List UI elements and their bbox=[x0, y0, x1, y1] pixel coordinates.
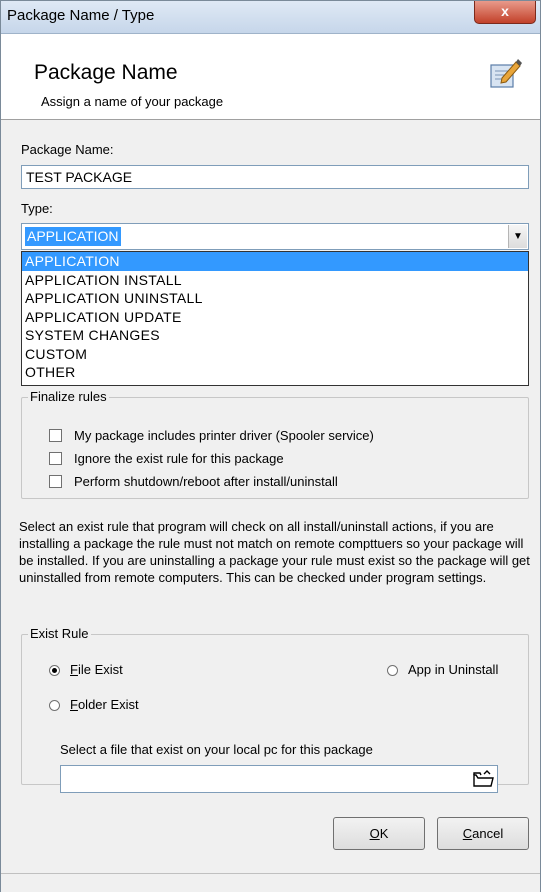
checkbox-label: My package includes printer driver (Spoo… bbox=[74, 428, 374, 443]
checkbox-label: Ignore the exist rule for this package bbox=[74, 451, 284, 466]
close-button[interactable]: x bbox=[474, 1, 536, 24]
package-edit-icon bbox=[490, 59, 522, 88]
radio-button[interactable] bbox=[49, 700, 60, 711]
type-selected-value: APPLICATION bbox=[25, 227, 121, 246]
dialog-window: Package Name / Type x Package Name Assig… bbox=[0, 0, 541, 892]
radio-label: File Exist bbox=[70, 662, 123, 677]
accelerator-key: C bbox=[462, 826, 473, 841]
accelerator-key: F bbox=[70, 697, 78, 712]
package-name-input[interactable]: TEST PACKAGE bbox=[21, 165, 529, 189]
type-option[interactable]: APPLICATION UPDATE bbox=[22, 308, 528, 327]
dropdown-button[interactable]: ▼ bbox=[508, 225, 527, 248]
app-in-uninstall-radio[interactable]: App in Uninstall bbox=[387, 662, 498, 677]
package-name-label: Package Name: bbox=[21, 142, 114, 157]
exist-rule-description: Select an exist rule that program will c… bbox=[19, 519, 530, 585]
open-folder-icon bbox=[473, 770, 494, 787]
radio-label: App in Uninstall bbox=[408, 662, 499, 677]
ignore-exist-checkbox[interactable]: Ignore the exist rule for this package bbox=[49, 451, 284, 466]
shutdown-reboot-checkbox[interactable]: Perform shutdown/reboot after install/un… bbox=[49, 474, 338, 489]
file-exist-radio[interactable]: File Exist bbox=[49, 662, 123, 677]
checkbox-box[interactable] bbox=[49, 429, 62, 442]
radio-label-rest: older Exist bbox=[77, 697, 139, 712]
accelerator-key: O bbox=[369, 826, 380, 841]
window-title: Package Name / Type bbox=[7, 7, 155, 24]
page-subtitle: Assign a name of your package bbox=[41, 94, 224, 109]
checkbox-label: Perform shutdown/reboot after install/un… bbox=[74, 474, 338, 489]
type-option[interactable]: APPLICATION bbox=[22, 252, 528, 271]
folder-exist-radio[interactable]: Folder Exist bbox=[49, 697, 139, 712]
type-select[interactable]: APPLICATION ▼ bbox=[21, 223, 529, 250]
type-option[interactable]: OTHER bbox=[22, 363, 528, 382]
accelerator-key: F bbox=[70, 662, 78, 677]
type-label: Type: bbox=[21, 201, 53, 216]
type-dropdown-list[interactable]: APPLICATION APPLICATION INSTALL APPLICAT… bbox=[21, 251, 529, 386]
checkbox-box[interactable] bbox=[49, 475, 62, 488]
type-option[interactable]: APPLICATION INSTALL bbox=[22, 271, 528, 290]
cancel-button[interactable]: Cancel bbox=[437, 817, 529, 850]
radio-label-rest: ile Exist bbox=[77, 662, 123, 677]
exist-rule-legend: Exist Rule bbox=[28, 626, 91, 641]
button-label: K bbox=[379, 826, 389, 841]
wizard-header: Package Name Assign a name of your packa… bbox=[1, 34, 540, 120]
file-select-prompt: Select a file that exist on your local p… bbox=[60, 742, 373, 757]
type-option[interactable]: SYSTEM CHANGES bbox=[22, 326, 528, 345]
radio-button[interactable] bbox=[49, 665, 60, 676]
chevron-down-icon: ▼ bbox=[513, 231, 523, 242]
ok-button[interactable]: OK bbox=[333, 817, 425, 850]
printer-driver-checkbox[interactable]: My package includes printer driver (Spoo… bbox=[49, 428, 374, 443]
type-option[interactable]: APPLICATION UNINSTALL bbox=[22, 289, 528, 308]
radio-button[interactable] bbox=[387, 665, 398, 676]
button-label: ancel bbox=[472, 826, 504, 841]
page-title: Package Name bbox=[34, 61, 178, 84]
close-icon: x bbox=[501, 3, 509, 19]
title-bar[interactable]: Package Name / Type x bbox=[1, 1, 540, 34]
checkbox-box[interactable] bbox=[49, 452, 62, 465]
status-strip bbox=[1, 873, 540, 892]
file-path-input[interactable] bbox=[60, 765, 498, 793]
type-option[interactable]: CUSTOM bbox=[22, 345, 528, 364]
browse-file-button[interactable] bbox=[471, 768, 495, 790]
radio-label: Folder Exist bbox=[70, 697, 139, 712]
finalize-rules-legend: Finalize rules bbox=[28, 389, 109, 404]
